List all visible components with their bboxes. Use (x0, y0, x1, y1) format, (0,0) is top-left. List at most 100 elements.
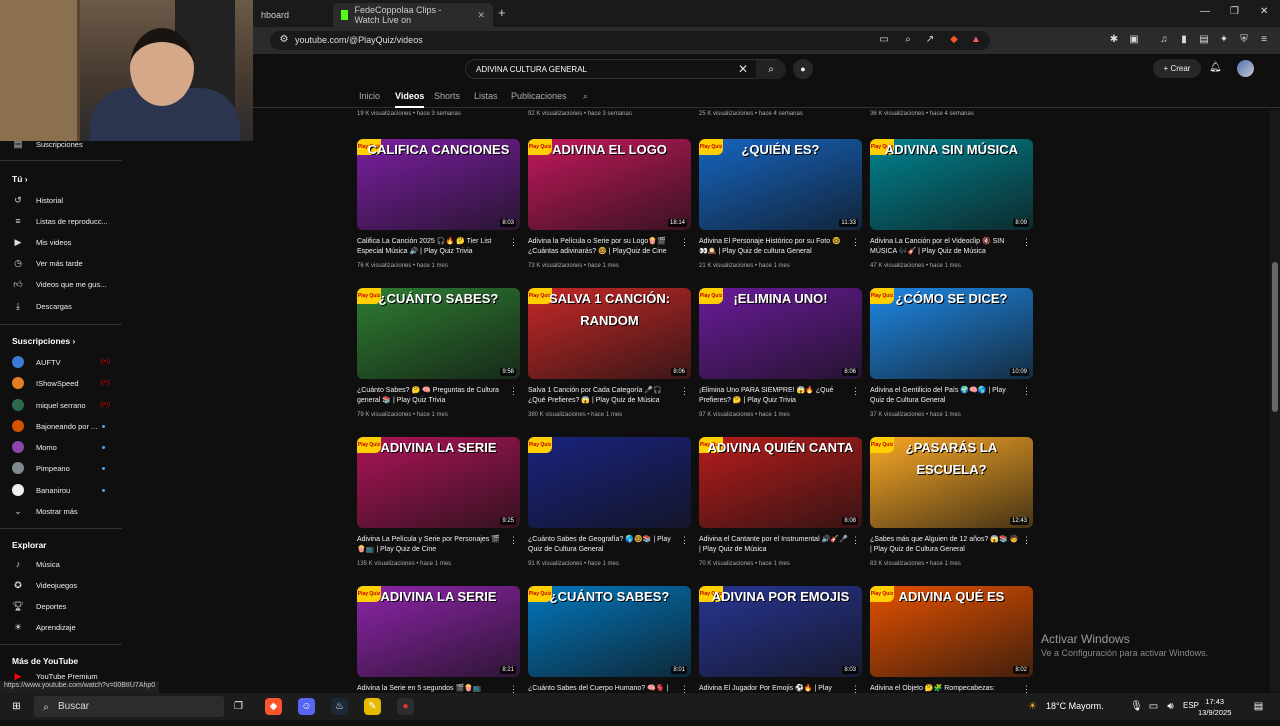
sidebar-item-playlists[interactable]: ≡ Listas de reproducc... (0, 211, 122, 231)
video-card[interactable]: Play Quiz ADIVINA SIN MÚSICA 8:09 Adivina L… (870, 139, 1033, 279)
volume-icon[interactable]: 🔊︎ (1162, 698, 1179, 715)
video-title[interactable]: ¿Sabes más que Alguien de 12 años? 😱📚 🧒 … (870, 535, 1020, 555)
tab-inicio[interactable]: Inicio (359, 91, 380, 101)
video-card[interactable]: Play Quiz ADIVINA QUIÉN CANTA 8:08 Adivina … (699, 437, 862, 577)
site-info-icon[interactable]: ⚙ (278, 34, 290, 46)
subscriptions-heading[interactable]: Suscripciones › (12, 336, 75, 346)
app-icon[interactable]: ✎ (364, 698, 381, 715)
video-thumbnail[interactable]: Play Quiz (528, 437, 691, 528)
video-title[interactable]: Adivina el Cantante por el Instrumental … (699, 535, 849, 555)
video-thumbnail[interactable]: Play Quiz SALVA 1 CANCIÓN: RANDOM 8:06 (528, 288, 691, 379)
wallet-icon[interactable]: ▤ (1198, 34, 1210, 46)
sidebar-item-watch-later[interactable]: ◷ Ver más tarde (0, 253, 122, 273)
close-icon[interactable]: ✕ (477, 10, 485, 21)
more-options-icon[interactable]: ⋮ (1022, 386, 1031, 397)
media-icon[interactable]: ♫ (1158, 34, 1170, 46)
share-icon[interactable]: ↗ (924, 34, 936, 46)
video-card[interactable]: Play Quiz SALVA 1 CANCIÓN: RANDOM 8:06 Salv… (528, 288, 691, 428)
mic-icon[interactable]: 🎙︎ (1128, 698, 1145, 715)
more-options-icon[interactable]: ⋮ (851, 237, 860, 248)
sidebar-show-more[interactable]: ⌄ Mostrar más (0, 501, 122, 521)
weather-icon[interactable]: ☀ (1024, 698, 1041, 715)
video-card[interactable]: Play Quiz ADIVINA LA SERIE 9:25 Adivina La … (357, 437, 520, 577)
video-thumbnail[interactable]: Play Quiz ¿PASARÁS LA ESCUELA? 12:43 (870, 437, 1033, 528)
sidebar-item-my-videos[interactable]: ▶ Mis videos (0, 232, 122, 252)
video-card[interactable]: Play Quiz ¡ELIMINA UNO! 8:06 ¡Elimina Uno P… (699, 288, 862, 428)
close-window-button[interactable]: ✕ (1260, 6, 1268, 17)
more-options-icon[interactable]: ⋮ (509, 386, 518, 397)
more-options-icon[interactable]: ⋮ (851, 535, 860, 546)
sidebar-sub-bajoneando[interactable]: Bajoneando por ... (0, 416, 122, 436)
video-card[interactable]: Play Quiz ¿PASARÁS LA ESCUELA? 12:43 ¿Sabes… (870, 437, 1033, 577)
notification-icon[interactable]: ▤ (1250, 698, 1267, 715)
sidebar-item-history[interactable]: ↺ Historial (0, 190, 122, 210)
sidebar-toggle-icon[interactable]: ▮ (1178, 34, 1190, 46)
video-title[interactable]: Adivina el Gentilicio del País 🌍🧠🌎 | Pla… (870, 386, 1020, 406)
video-thumbnail[interactable]: Play Quiz ADIVINA QUIÉN CANTA 8:08 (699, 437, 862, 528)
more-options-icon[interactable]: ⋮ (680, 535, 689, 546)
task-view-icon[interactable]: ❐ (230, 698, 247, 715)
video-title[interactable]: Salva 1 Canción por Cada Categoría 🎤🎧 ¿Q… (528, 386, 678, 406)
zoom-icon[interactable]: ⌕ (902, 34, 914, 46)
avatar[interactable] (1237, 60, 1254, 77)
video-thumbnail[interactable]: Play Quiz ADIVINA QUÉ ES 8:02 (870, 586, 1033, 677)
weather-text[interactable]: 18°C Mayorm. (1046, 701, 1104, 711)
sidebar-sub-momo[interactable]: Momo (0, 437, 122, 457)
search-box[interactable]: ADIVINA CULTURA GENERAL ✕ ⌕ (465, 59, 786, 79)
sidebar-item-gaming[interactable]: ✪ Videojuegos (0, 575, 122, 595)
video-card[interactable]: Play Quiz ADIVINA EL LOGO 18:14 Adivina la … (528, 139, 691, 279)
screenshot-icon[interactable]: ▣ (1128, 34, 1140, 46)
tab-listas[interactable]: Listas (474, 91, 498, 101)
clear-search-icon[interactable]: ✕ (738, 62, 748, 76)
video-thumbnail[interactable]: Play Quiz CALIFICA CANCIONES 8:03 (357, 139, 520, 230)
video-thumbnail[interactable]: Play Quiz ¿CUÁNTO SABES? 8:01 (528, 586, 691, 677)
windows-start-icon[interactable]: ⊞ (8, 698, 25, 715)
brave-rewards-icon[interactable]: ▲ (970, 34, 982, 46)
video-thumbnail[interactable]: Play Quiz ADIVINA EL LOGO 18:14 (528, 139, 691, 230)
sidebar-item-learning[interactable]: ☀ Aprendizaje (0, 617, 122, 637)
video-card[interactable]: Play Quiz ¿QUIÉN ES? 11:33 Adivina El Perso… (699, 139, 862, 279)
new-tab-button[interactable]: + (498, 5, 506, 20)
more-options-icon[interactable]: ⋮ (509, 535, 518, 546)
tab-shorts[interactable]: Shorts (434, 91, 460, 101)
clock[interactable]: 17:43 13/9/2025 (1198, 696, 1231, 718)
menu-icon[interactable]: ≡ (1258, 34, 1270, 46)
cast-icon[interactable]: ▭ (878, 34, 890, 46)
tab-publicaciones[interactable]: Publicaciones (511, 91, 567, 101)
video-title[interactable]: Adivina la Película o Serie por su Logo🍿… (528, 237, 678, 257)
more-options-icon[interactable]: ⋮ (851, 386, 860, 397)
video-title[interactable]: ¡Elimina Uno PARA SIEMPRE! 😱🔥 ¿Qué Prefi… (699, 386, 849, 406)
sidebar-sub-auftv[interactable]: AUFTV ((•)) (0, 352, 122, 372)
search-icon[interactable]: ⌕ (756, 60, 786, 79)
sidebar-item-sports[interactable]: 🏆︎ Deportes (0, 596, 122, 616)
sidebar-sub-ishowspeed[interactable]: IShowSpeed ((•)) (0, 373, 122, 393)
bell-icon[interactable]: 🔔︎ (1209, 62, 1222, 73)
more-options-icon[interactable]: ⋮ (509, 237, 518, 248)
vpn-icon[interactable]: ⛨ (1238, 34, 1250, 46)
video-card[interactable]: Play Quiz ¿CUÁNTO SABES? 9:58 ¿Cuánto Sabes… (357, 288, 520, 428)
video-title[interactable]: ¿Cuánto Sabes? 🤔 🧠 Preguntas de Cultura … (357, 386, 507, 406)
video-title[interactable]: Adivina La Película y Serie por Personaj… (357, 535, 507, 555)
sidebar-sub-miquel[interactable]: miquel serrano ((•)) (0, 395, 122, 415)
language-indicator[interactable]: ESP (1183, 701, 1199, 710)
sidebar-sub-pimpeano[interactable]: Pimpeano (0, 458, 122, 478)
you-heading[interactable]: Tú › (12, 174, 28, 184)
video-thumbnail[interactable]: Play Quiz ADIVINA POR EMOJIS 8:03 (699, 586, 862, 677)
video-thumbnail[interactable]: Play Quiz ¿CÓMO SE DICE? 10:09 (870, 288, 1033, 379)
obs-icon[interactable]: ● (397, 698, 414, 715)
video-card[interactable]: Play Quiz ¿Cuánto Sabes de Geografía? 🌎🤓📚… (528, 437, 691, 577)
video-thumbnail[interactable]: Play Quiz ¿CUÁNTO SABES? 9:58 (357, 288, 520, 379)
tab-fedecoppolaa[interactable]: FedeCoppolaa Clips - Watch Live on ✕ (333, 3, 493, 27)
discord-icon[interactable]: ☺ (298, 698, 315, 715)
network-icon[interactable]: ▭ (1145, 698, 1162, 715)
more-options-icon[interactable]: ⋮ (680, 237, 689, 248)
sidebar-item-liked[interactable]: 👍︎ Videos que me gus... (0, 274, 122, 294)
extensions-icon[interactable]: ✱ (1108, 34, 1120, 46)
video-title[interactable]: ¿Cuánto Sabes de Geografía? 🌎🤓📚 | Play Q… (528, 535, 678, 555)
taskbar-search[interactable]: Buscar (34, 696, 224, 717)
channel-search-icon[interactable]: ⌕ (583, 91, 588, 102)
more-options-icon[interactable]: ⋮ (1022, 535, 1031, 546)
more-options-icon[interactable]: ⋮ (680, 386, 689, 397)
video-thumbnail[interactable]: Play Quiz ADIVINA LA SERIE 8:21 (357, 586, 520, 677)
video-thumbnail[interactable]: Play Quiz ¿QUIÉN ES? 11:33 (699, 139, 862, 230)
